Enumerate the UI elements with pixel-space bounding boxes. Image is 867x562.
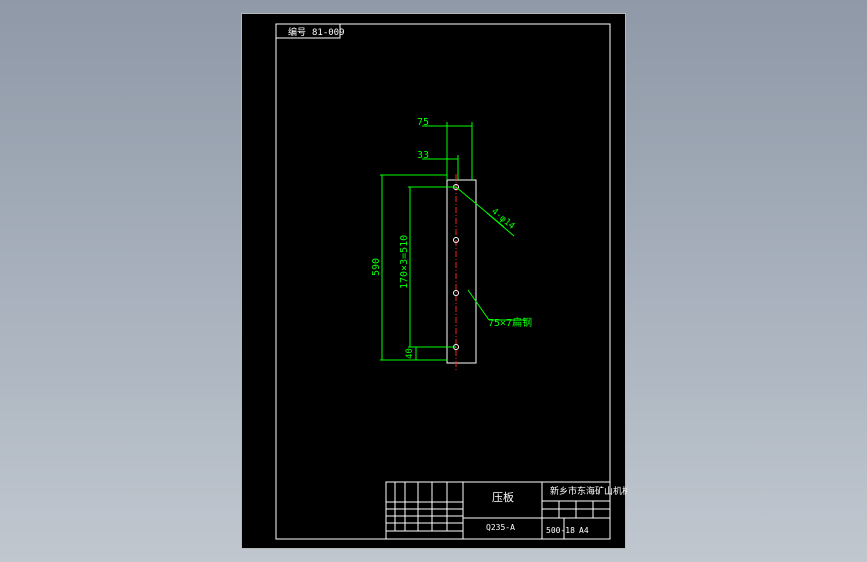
inner-border <box>275 23 611 540</box>
cad-drawing: 编号 81-009 75 33 590 170×3=510 40 4-φ14 7… <box>275 23 640 540</box>
project-code: 500-18 <box>546 526 575 535</box>
drawing-sheet[interactable]: 编号 81-009 75 33 590 170×3=510 40 4-φ14 7… <box>241 13 640 549</box>
dim-hole-offset: 33 <box>417 150 429 161</box>
dim-hole-pitch: 170×3=510 <box>399 235 410 289</box>
dim-length-total: 590 <box>371 258 382 276</box>
dim-width-total: 75 <box>417 117 429 128</box>
sheet-type: A4 <box>579 526 589 535</box>
company-name: 新乡市东海矿山机械厂 <box>550 485 627 497</box>
hole-callout: 4-φ14 <box>489 207 516 232</box>
material: Q235-A <box>486 523 515 532</box>
dim-end-offset: 40 <box>405 348 415 359</box>
material-callout: 75×7扁钢 <box>488 316 532 329</box>
drawing-number-prefix: 编号 <box>288 26 306 38</box>
part-outline <box>446 179 477 364</box>
part-name: 压板 <box>492 490 514 504</box>
drawing-number: 81-009 <box>312 28 345 38</box>
